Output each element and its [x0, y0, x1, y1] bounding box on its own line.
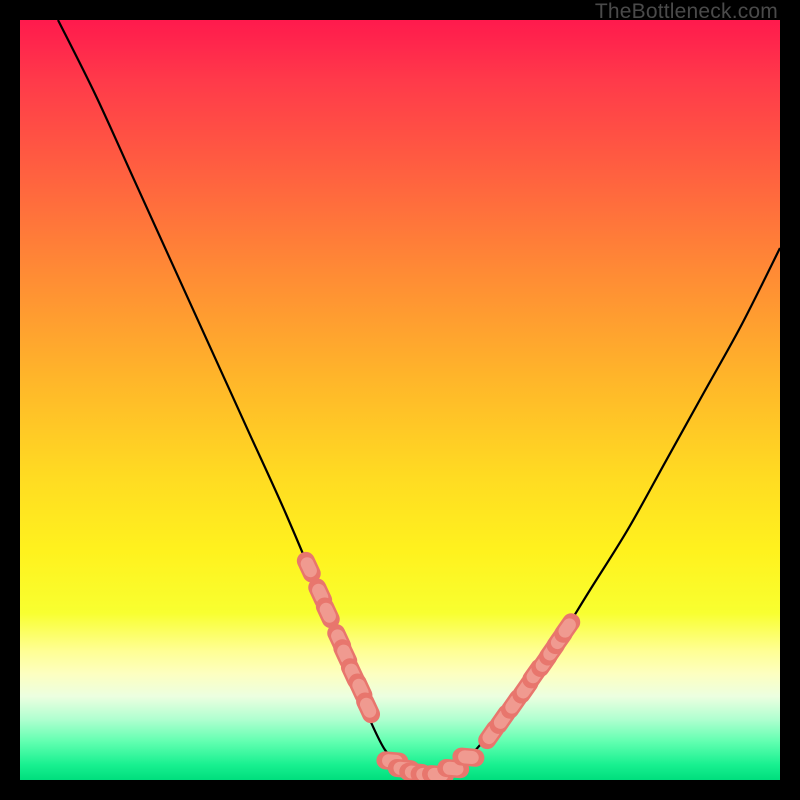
watermark-text: TheBottleneck.com [595, 0, 778, 24]
highlight-dots [306, 561, 571, 775]
highlight-dot-inner [449, 768, 457, 769]
plot-area [20, 20, 780, 780]
highlight-dot-inner [489, 731, 493, 737]
chart-frame: TheBottleneck.com [0, 0, 800, 800]
highlight-dot-inner [465, 757, 473, 758]
highlight-dot-inner [500, 716, 504, 722]
highlight-dot-inner [366, 704, 369, 711]
highlight-dot-inner [326, 609, 329, 616]
bottleneck-curve [58, 20, 780, 780]
highlight-dot-inner [565, 625, 569, 631]
highlight-dot-inner [307, 564, 310, 571]
highlight-dot-inner [359, 685, 362, 692]
highlight-dot-inner [344, 651, 347, 658]
highlight-dot-inner [319, 590, 322, 597]
chart-svg [20, 20, 780, 780]
highlight-dot-inner [512, 701, 516, 707]
curve-layer [58, 20, 780, 780]
